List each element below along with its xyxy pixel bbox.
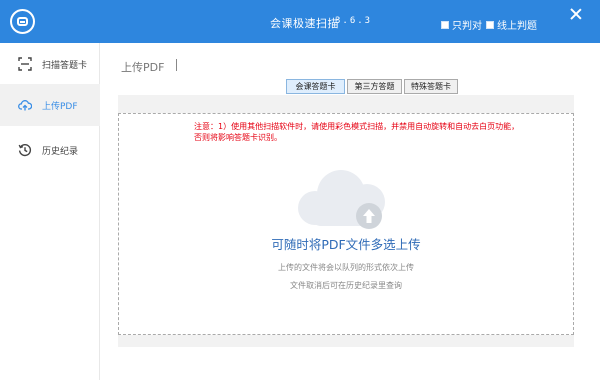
- sidebar-item-history[interactable]: 历史纪录: [0, 129, 100, 171]
- tab-huike-answer-card[interactable]: 会课答题卡: [286, 79, 345, 94]
- tab-special-answer-card[interactable]: 特殊答题卡: [404, 79, 458, 94]
- sidebar: 扫描答题卡 上传PDF 历史纪录: [0, 43, 100, 380]
- app-logo-icon: [10, 9, 35, 34]
- tab-third-party-answer-card[interactable]: 第三方答题卡: [347, 79, 402, 104]
- checkbox-icon: [486, 20, 494, 29]
- close-icon[interactable]: [570, 8, 582, 20]
- sidebar-item-label: 扫描答题卡: [42, 60, 88, 71]
- upload-hint-queue: 上传的文件将会以队列的形式依次上传: [278, 263, 414, 272]
- title-divider: [176, 59, 177, 71]
- app-version: 3.6.3: [335, 16, 373, 26]
- panel-footer-bar: [118, 335, 574, 347]
- upload-hint-history: 文件取消后可在历史纪录里查询: [290, 281, 402, 290]
- history-clock-icon: [18, 143, 32, 157]
- only-correct-checkbox[interactable]: 只判对: [441, 17, 482, 32]
- title-bar: 会课极速扫描 3.6.3 只判对 线上判题: [0, 0, 600, 43]
- card-type-tabs: 会课答题卡 第三方答题卡 特殊答题卡: [286, 79, 460, 104]
- panel-header-bar: [118, 95, 574, 113]
- sidebar-item-label: 上传PDF: [42, 101, 78, 112]
- scan-notice: 注意：1）使用其他扫描软件时，请使用彩色模式扫描，并禁用自动旋转和自动去白页功能…: [194, 121, 524, 143]
- online-grading-checkbox[interactable]: 线上判题: [486, 17, 537, 32]
- checkbox-icon: [441, 20, 449, 29]
- page-title: 上传PDF: [121, 61, 165, 74]
- app-title: 会课极速扫描: [270, 17, 339, 30]
- notice-line-2: 否则将影响答题卡识别。: [194, 133, 282, 142]
- cloud-upload-icon: [298, 170, 385, 229]
- cloud-upload-icon: [18, 98, 32, 112]
- only-correct-label: 只判对: [452, 21, 482, 32]
- sidebar-item-upload-pdf[interactable]: 上传PDF: [0, 84, 100, 126]
- scan-frame-icon: [18, 57, 32, 71]
- online-grading-label: 线上判题: [497, 21, 537, 32]
- sidebar-item-label: 历史纪录: [42, 146, 79, 157]
- pdf-upload-dropzone[interactable]: 注意：1）使用其他扫描软件时，请使用彩色模式扫描，并禁用自动旋转和自动去白页功能…: [118, 113, 574, 335]
- upload-title: 可随时将PDF文件多选上传: [271, 237, 421, 252]
- main-content: 上传PDF 会课答题卡 第三方答题卡 特殊答题卡 注意：1）使用其他扫描软件时，…: [100, 43, 600, 380]
- sidebar-item-scan[interactable]: 扫描答题卡: [0, 43, 100, 85]
- notice-line-1: 注意：1）使用其他扫描软件时，请使用彩色模式扫描，并禁用自动旋转和自动去白页功能…: [194, 122, 520, 131]
